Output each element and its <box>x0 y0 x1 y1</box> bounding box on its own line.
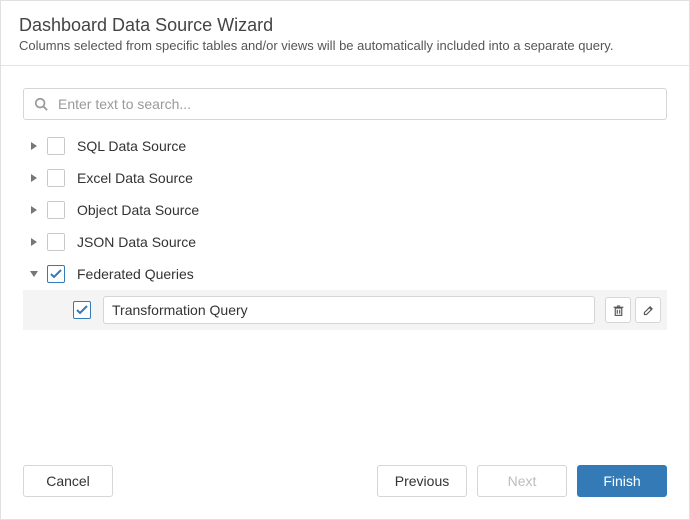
tree-child-transformation <box>23 290 667 330</box>
expand-icon[interactable] <box>29 205 39 215</box>
node-label: Excel Data Source <box>77 170 193 186</box>
search-input[interactable] <box>56 95 656 113</box>
node-label: Object Data Source <box>77 202 199 218</box>
cancel-button[interactable]: Cancel <box>23 465 113 497</box>
query-name-input[interactable] <box>103 296 595 324</box>
checkbox[interactable] <box>47 201 65 219</box>
tree-node-excel[interactable]: Excel Data Source <box>23 162 667 194</box>
checkbox[interactable] <box>47 169 65 187</box>
tree-node-federated[interactable]: Federated Queries <box>23 258 667 290</box>
wizard-dialog: Dashboard Data Source Wizard Columns sel… <box>0 0 690 520</box>
wizard-footer: Cancel Previous Next Finish <box>1 447 689 519</box>
expand-icon[interactable] <box>29 237 39 247</box>
expand-icon[interactable] <box>29 141 39 151</box>
search-box[interactable] <box>23 88 667 120</box>
wizard-body: SQL Data Source Excel Data Source Obje <box>1 66 689 447</box>
collapse-icon[interactable] <box>29 269 39 279</box>
edit-button[interactable] <box>635 297 661 323</box>
trash-icon <box>612 304 625 317</box>
checkbox[interactable] <box>47 137 65 155</box>
expand-icon[interactable] <box>29 173 39 183</box>
checkbox[interactable] <box>73 301 91 319</box>
tree-node-sql[interactable]: SQL Data Source <box>23 130 667 162</box>
delete-button[interactable] <box>605 297 631 323</box>
checkbox[interactable] <box>47 233 65 251</box>
search-icon <box>34 97 48 111</box>
node-label: JSON Data Source <box>77 234 196 250</box>
finish-button[interactable]: Finish <box>577 465 667 497</box>
wizard-header: Dashboard Data Source Wizard Columns sel… <box>1 1 689 66</box>
node-label: SQL Data Source <box>77 138 186 154</box>
previous-button[interactable]: Previous <box>377 465 467 497</box>
next-button: Next <box>477 465 567 497</box>
node-label: Federated Queries <box>77 266 194 282</box>
wizard-subtitle: Columns selected from specific tables an… <box>19 38 671 53</box>
wizard-title: Dashboard Data Source Wizard <box>19 15 671 36</box>
pencil-icon <box>642 304 655 317</box>
tree-node-json[interactable]: JSON Data Source <box>23 226 667 258</box>
checkbox[interactable] <box>47 265 65 283</box>
tree-node-object[interactable]: Object Data Source <box>23 194 667 226</box>
data-source-tree: SQL Data Source Excel Data Source Obje <box>23 130 667 447</box>
